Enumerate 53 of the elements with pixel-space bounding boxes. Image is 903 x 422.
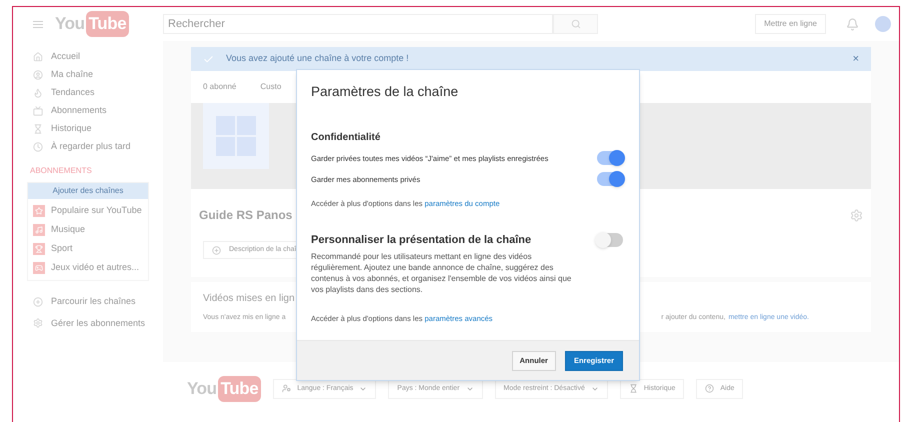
plus-circle-icon — [212, 246, 221, 254]
hourglass-icon — [628, 384, 638, 394]
channel-item[interactable]: Populaire sur YouTube — [33, 204, 148, 217]
search-button[interactable] — [553, 14, 598, 34]
sidebar-item[interactable]: Accueil — [33, 51, 163, 62]
trophy-icon — [33, 242, 45, 254]
bell-icon[interactable] — [846, 18, 859, 30]
section-description: Recommandé pour les utilisateurs mettant en ligne des vidéos régulièrement. Ajoutez une bande annonce de chaîne, suggérez des contenus à vos abonnés, et organisez l'ensemble de vos vidéos ainsi que vos playlists dans des sections. — [311, 251, 572, 295]
check-icon — [203, 54, 214, 64]
star-icon — [33, 204, 45, 216]
menu-icon[interactable] — [33, 20, 43, 28]
gear-icon[interactable] — [850, 208, 863, 222]
sidebar-item[interactable]: Gérer les abonnements — [33, 316, 163, 330]
gear-icon — [33, 318, 43, 328]
search-field[interactable]: Rechercher — [163, 14, 553, 34]
dialog-title: Paramètres de la chaîne — [311, 83, 460, 101]
section-title: Confidentialité — [311, 131, 380, 146]
upload-button[interactable]: Mettre en ligne — [755, 14, 826, 34]
music-note-icon — [33, 224, 45, 236]
toggle-switch[interactable] — [597, 172, 623, 186]
user-icon — [282, 384, 292, 394]
channel-item[interactable]: Musique — [33, 223, 148, 236]
section-title: ABONNEMENTS — [29, 165, 93, 177]
sidebar-item[interactable]: Abonnements — [33, 105, 163, 116]
sidebar-item[interactable]: Historique — [33, 123, 163, 134]
channel-avatar — [203, 103, 269, 169]
banner-message: Vous avez ajouté une chaîne à votre compte ! — [226, 52, 409, 66]
subscriber-count: 0 abonné — [203, 81, 236, 93]
sidebar-item[interactable]: Ma chaîne — [33, 69, 163, 80]
toggle-switch[interactable] — [597, 151, 623, 166]
channel-name: Guide RS Panos — [199, 207, 292, 224]
close-button[interactable]: × — [852, 50, 859, 68]
section-title: Personnaliser la présentation de la chaîne — [311, 232, 532, 248]
tv-icon — [33, 106, 43, 116]
help-icon — [705, 384, 714, 394]
toggle-switch[interactable] — [597, 232, 623, 247]
sidebar-item[interactable]: À regarder plus tard — [33, 141, 163, 152]
uploads-title: Vidéos mises en lign — [203, 292, 296, 306]
customize-link[interactable]: Custo — [260, 81, 282, 93]
sidebar-item[interactable]: Parcourir les chaînes — [33, 295, 163, 308]
avatar[interactable] — [875, 16, 891, 32]
home-icon — [33, 52, 43, 62]
flame-icon — [33, 88, 43, 98]
channel-item[interactable]: Jeux vidéo et autres... — [33, 261, 148, 274]
gamepad-icon — [33, 262, 45, 274]
user-icon — [33, 70, 43, 80]
add-channels-button[interactable]: Ajouter des chaînes — [28, 183, 148, 199]
channel-item[interactable]: Sport — [33, 242, 148, 255]
plus-circle-icon — [33, 296, 43, 307]
search-icon — [570, 19, 580, 29]
hourglass-icon — [33, 124, 43, 134]
clock-icon — [33, 142, 43, 152]
sidebar-item[interactable]: Tendances — [33, 87, 163, 98]
